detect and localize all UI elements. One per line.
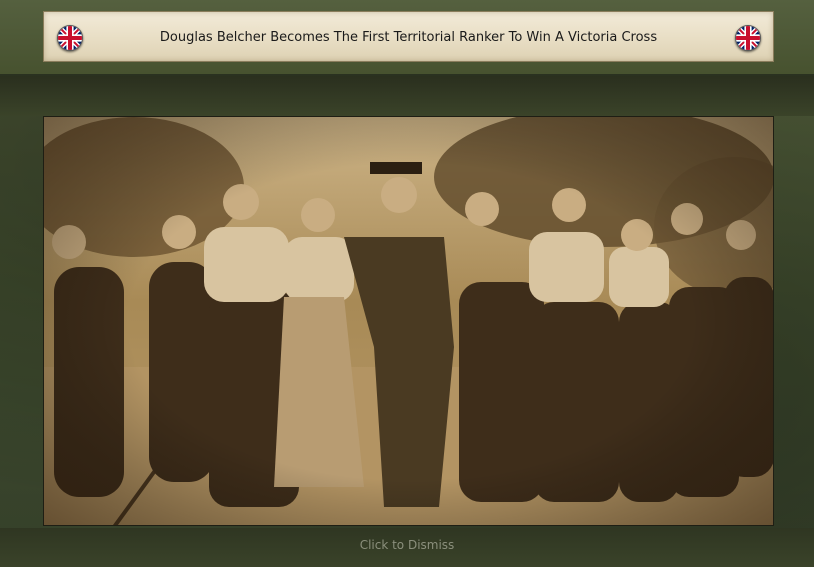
union-jack-flag-icon	[57, 25, 83, 51]
event-title: Douglas Belcher Becomes The First Territ…	[159, 30, 658, 45]
title-plate: Douglas Belcher Becomes The First Territ…	[43, 11, 774, 62]
dismiss-button[interactable]: Click to Dismiss	[0, 538, 814, 552]
union-jack-flag-icon	[735, 25, 761, 51]
decorative-band	[0, 76, 814, 116]
event-photograph	[43, 116, 774, 526]
